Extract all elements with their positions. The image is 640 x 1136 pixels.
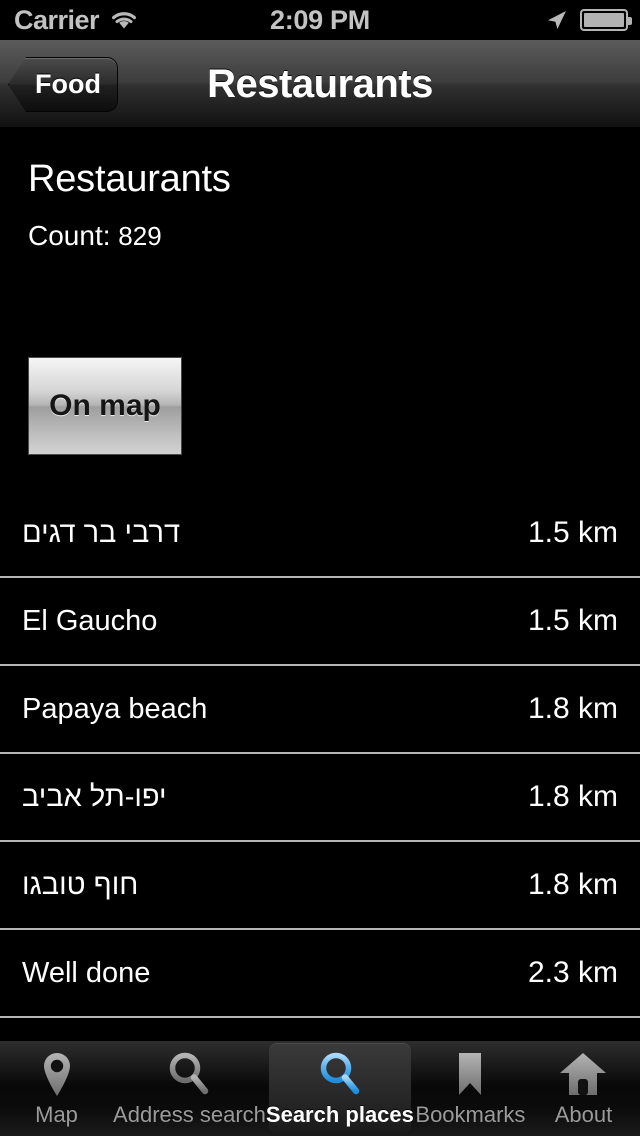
tab-search-places[interactable]: Search places <box>266 1041 414 1136</box>
tab-map[interactable]: Map <box>0 1041 113 1136</box>
list-item[interactable]: El Gaucho 1.5 km <box>0 578 640 666</box>
tab-label: Address search <box>113 1102 266 1127</box>
tab-about[interactable]: About <box>527 1041 640 1136</box>
places-list: דרבי בר דגים 1.5 km El Gaucho 1.5 km Papaya … <box>0 490 640 1018</box>
tab-label: About <box>554 1102 613 1127</box>
list-item[interactable]: Well done 2.3 km <box>0 930 640 1018</box>
status-time: 2:09 PM <box>270 4 370 35</box>
tab-label: Map <box>35 1102 78 1127</box>
navigation-bar: Restaurants Food <box>0 40 640 128</box>
page-title: Restaurants <box>28 158 231 200</box>
tab-label: Bookmarks <box>415 1102 526 1127</box>
count-line: Count: 829 <box>28 220 162 252</box>
tab-bar: Map Address search Search places Bookmarks A… <box>0 1040 640 1136</box>
list-item-name: Well done <box>22 956 151 989</box>
status-bar-right <box>545 0 632 40</box>
list-item-name: חוף טובגו <box>22 868 139 901</box>
status-bar: Carrier 2:09 PM <box>0 0 640 40</box>
tab-bookmarks[interactable]: Bookmarks <box>414 1041 527 1136</box>
list-item-distance: 1.8 km <box>527 868 618 901</box>
main-content: Restaurants Count: 829 On map דרבי בר דג… <box>0 128 640 1040</box>
magnifier-icon <box>162 1049 216 1101</box>
list-item-distance: 1.8 km <box>527 780 618 813</box>
list-item-name: Papaya beach <box>22 692 208 725</box>
app-screen: Carrier 2:09 PM Restaurants Food Restaur… <box>0 0 640 1136</box>
list-item[interactable]: Papaya beach 1.8 km <box>0 666 640 754</box>
list-item-distance: 1.5 km <box>527 516 618 549</box>
back-button-label: Food <box>35 69 101 99</box>
back-button[interactable]: Food <box>8 57 118 112</box>
map-pin-icon <box>30 1049 84 1101</box>
list-item-distance: 1.5 km <box>527 604 618 637</box>
battery-fill <box>584 13 624 27</box>
list-item-name: El Gaucho <box>22 604 158 637</box>
on-map-button[interactable]: On map <box>28 357 182 455</box>
count-value: 829 <box>118 221 162 251</box>
location-arrow-icon <box>545 8 569 32</box>
list-item-name: יפו-תל אביב <box>22 780 167 813</box>
on-map-button-label: On map <box>49 389 161 422</box>
list-item[interactable]: יפו-תל אביב 1.8 km <box>0 754 640 842</box>
list-item[interactable]: דרבי בר דגים 1.5 km <box>0 490 640 578</box>
list-item-distance: 1.8 km <box>527 692 618 725</box>
battery-icon <box>580 9 632 31</box>
tab-address-search[interactable]: Address search <box>113 1041 266 1136</box>
home-icon <box>556 1049 610 1101</box>
list-item[interactable]: חוף טובגו 1.8 km <box>0 842 640 930</box>
count-label: Count: <box>28 220 111 251</box>
list-item-distance: 2.3 km <box>527 956 618 989</box>
list-item-name: דרבי בר דגים <box>22 516 181 549</box>
bookmark-icon <box>443 1049 497 1101</box>
tab-label: Search places <box>265 1102 414 1127</box>
magnifier-icon <box>313 1049 367 1101</box>
